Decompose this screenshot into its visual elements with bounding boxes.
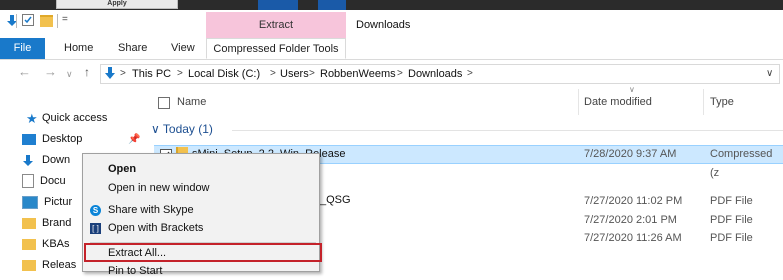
breadcrumb-downloads[interactable]: Downloads — [408, 64, 462, 84]
menu-item-open[interactable]: Open — [108, 160, 136, 178]
file-type: PDF File — [710, 195, 753, 207]
breadcrumb-separator: > — [397, 68, 403, 79]
window-title: Downloads — [356, 19, 411, 31]
nav-item-label: Desktop — [42, 133, 83, 145]
background-window-fragment — [258, 0, 298, 10]
column-header-name[interactable]: Name — [177, 91, 206, 113]
file-date: 7/27/2020 11:02 PM — [584, 195, 683, 207]
pictures-icon — [22, 195, 38, 209]
column-divider[interactable] — [578, 89, 579, 115]
up-arrow-icon[interactable]: ↑ — [84, 65, 90, 79]
file-type: PDF File — [710, 214, 753, 226]
column-header-date-modified[interactable]: Date modified — [584, 91, 652, 113]
highlight-box — [84, 243, 322, 262]
nav-quick-access[interactable]: Quick access — [42, 109, 166, 127]
breadcrumb-local-disk[interactable]: Local Disk (C:) — [188, 64, 260, 84]
file-date: 7/27/2020 2:01 PM — [584, 214, 677, 226]
documents-icon — [22, 174, 34, 189]
breadcrumb-separator: > — [177, 68, 183, 79]
recent-locations-chevron-icon[interactable]: ∨ — [66, 69, 73, 80]
group-label: Today (1) — [162, 122, 213, 136]
breadcrumb-separator: > — [309, 68, 315, 79]
tab-compressed-folder-tools[interactable]: Compressed Folder Tools — [206, 38, 346, 59]
nav-item-label: Pictur — [44, 196, 73, 208]
folder-icon — [22, 259, 36, 271]
properties-check-icon[interactable] — [22, 14, 34, 26]
nav-item-label: Brand — [42, 217, 72, 229]
breadcrumb-separator: > — [270, 68, 276, 79]
file-name[interactable]: _QSG — [320, 191, 351, 210]
column-header-type[interactable]: Type — [710, 91, 734, 113]
menu-item-pin-start[interactable]: Pin to Start — [108, 262, 162, 280]
group-header-today[interactable]: ∨ Today (1) — [151, 121, 213, 137]
toolbar-separator — [16, 14, 17, 28]
menu-item-open-new-window[interactable]: Open in new window — [108, 179, 210, 197]
folder-icon — [22, 238, 36, 250]
file-date: 7/28/2020 9:37 AM — [584, 148, 677, 160]
file-date: 7/27/2020 11:26 AM — [584, 232, 682, 244]
breadcrumb-users[interactable]: Users — [280, 64, 309, 84]
download-arrow-icon — [22, 154, 36, 166]
star-icon: ★ — [26, 111, 38, 126]
collapse-chevron-icon: ∨ — [151, 122, 163, 136]
customize-toolbar-icon[interactable]: = — [62, 14, 68, 25]
apply-button[interactable]: Apply — [56, 0, 178, 9]
nav-item-label: Docu — [40, 175, 66, 187]
file-type: Compressed (z — [710, 148, 773, 179]
breadcrumb-this-pc[interactable]: This PC — [132, 64, 171, 84]
folder-icon — [22, 217, 36, 229]
skype-icon: S — [90, 205, 101, 216]
nav-item-label: Down — [42, 154, 71, 166]
brackets-icon: [ ] — [90, 223, 101, 234]
forward-arrow-icon[interactable]: → — [44, 64, 57, 79]
tab-file[interactable]: File — [0, 38, 45, 59]
breadcrumb-user-folder[interactable]: RobbenWeems — [320, 64, 396, 84]
breadcrumb-separator: > — [467, 68, 473, 79]
downloads-folder-icon — [105, 67, 115, 79]
tab-home[interactable]: Home — [64, 38, 93, 59]
pin-icon[interactable]: 📌 — [128, 134, 140, 145]
address-dropdown-chevron-icon[interactable]: ∨ — [766, 64, 773, 84]
toolbar-separator — [57, 14, 58, 28]
select-all-checkbox[interactable] — [158, 97, 170, 109]
group-divider — [232, 130, 783, 131]
extract-context-tab[interactable]: Extract — [206, 12, 346, 38]
back-arrow-icon[interactable]: ← — [18, 64, 31, 79]
file-type: PDF File — [710, 232, 753, 244]
nav-item-label: Releas — [42, 259, 77, 271]
menu-item-open-brackets[interactable]: Open with Brackets — [108, 219, 203, 237]
breadcrumb-separator: > — [120, 68, 126, 79]
tab-view[interactable]: View — [171, 38, 195, 59]
background-window-fragment — [318, 0, 346, 10]
nav-item-label: KBAs — [42, 238, 70, 250]
menu-item-share-skype[interactable]: Share with Skype — [108, 201, 194, 219]
desktop-icon — [22, 133, 36, 145]
tab-share[interactable]: Share — [118, 38, 147, 59]
new-folder-icon[interactable] — [40, 15, 53, 27]
column-divider[interactable] — [703, 89, 704, 115]
